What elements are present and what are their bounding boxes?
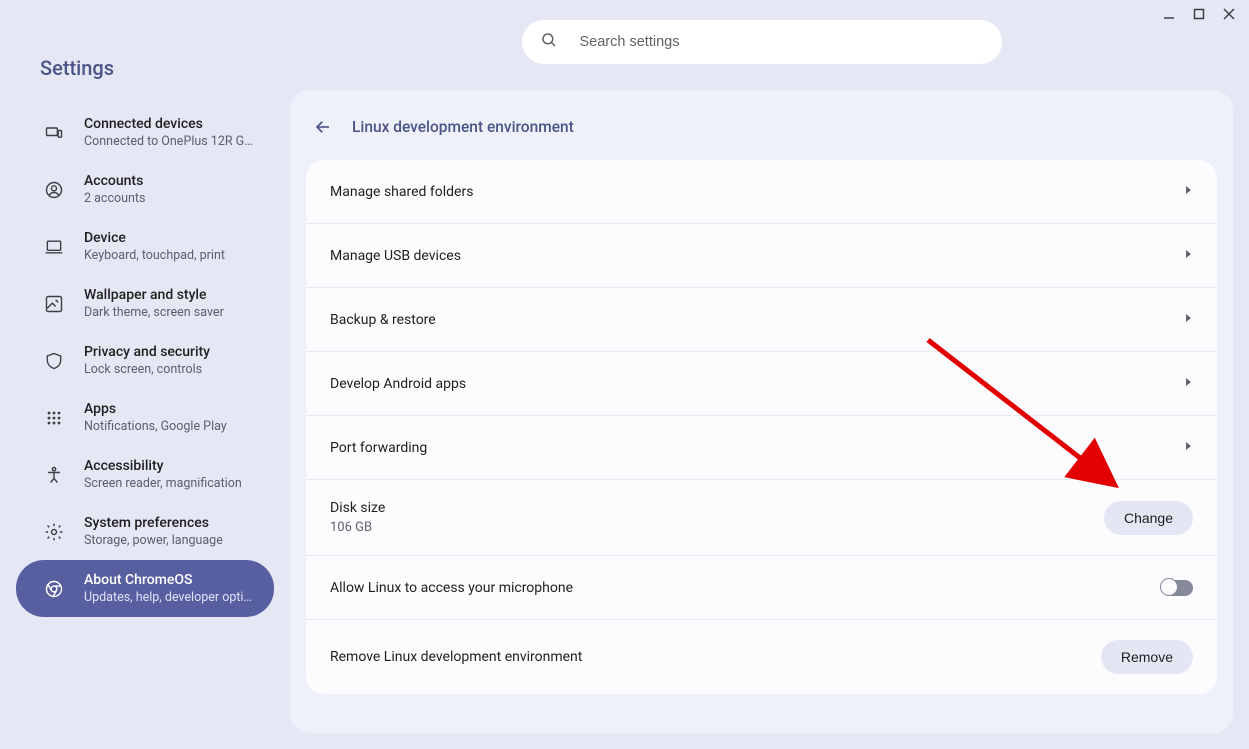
row-label: Backup & restore <box>330 312 436 328</box>
sidebar: Settings Connected devices Connected to … <box>0 32 290 749</box>
chevron-right-icon <box>1183 184 1193 199</box>
accessibility-icon <box>44 465 64 485</box>
row-manage-usb-devices[interactable]: Manage USB devices <box>306 224 1217 288</box>
minimize-icon[interactable] <box>1163 8 1175 24</box>
sidebar-item-accounts[interactable]: Accounts 2 accounts <box>16 161 274 218</box>
search-box[interactable] <box>522 20 1002 64</box>
sidebar-item-wallpaper[interactable]: Wallpaper and style Dark theme, screen s… <box>16 275 274 332</box>
sidebar-item-system-preferences[interactable]: System preferences Storage, power, langu… <box>16 503 274 560</box>
page-title: Linux development environment <box>352 118 574 136</box>
sidebar-item-label: About ChromeOS <box>84 572 258 588</box>
remove-button[interactable]: Remove <box>1101 640 1193 674</box>
row-disk-size: Disk size 106 GB Change <box>306 480 1217 556</box>
sidebar-item-sub: Connected to OnePlus 12R Gens… <box>84 134 258 149</box>
sidebar-item-label: System preferences <box>84 515 223 531</box>
chevron-right-icon <box>1183 440 1193 455</box>
sidebar-item-sub: Storage, power, language <box>84 533 223 548</box>
sidebar-item-device[interactable]: Device Keyboard, touchpad, print <box>16 218 274 275</box>
change-button[interactable]: Change <box>1104 501 1193 535</box>
chevron-right-icon <box>1183 312 1193 327</box>
chevron-right-icon <box>1183 376 1193 391</box>
sidebar-item-privacy[interactable]: Privacy and security Lock screen, contro… <box>16 332 274 389</box>
sidebar-item-sub: Screen reader, magnification <box>84 476 242 491</box>
sidebar-item-sub: Notifications, Google Play <box>84 419 227 434</box>
sidebar-item-label: Accessibility <box>84 458 242 474</box>
gear-icon <box>44 522 64 542</box>
sidebar-item-label: Apps <box>84 401 227 417</box>
content-card: Linux development environment Manage sha… <box>290 90 1233 733</box>
row-label: Disk size <box>330 500 385 516</box>
laptop-icon <box>44 237 64 257</box>
sidebar-item-sub: 2 accounts <box>84 191 145 206</box>
sidebar-item-label: Device <box>84 230 225 246</box>
shield-icon <box>44 351 64 371</box>
sidebar-item-sub: Dark theme, screen saver <box>84 305 224 320</box>
sidebar-item-sub: Lock screen, controls <box>84 362 210 377</box>
row-label: Port forwarding <box>330 440 427 456</box>
accounts-icon <box>44 180 64 200</box>
style-icon <box>44 294 64 314</box>
row-label: Manage USB devices <box>330 248 461 264</box>
chrome-icon <box>44 579 64 599</box>
sidebar-item-connected-devices[interactable]: Connected devices Connected to OnePlus 1… <box>16 104 274 161</box>
row-develop-android[interactable]: Develop Android apps <box>306 352 1217 416</box>
settings-list: Manage shared folders Manage USB devices… <box>306 160 1217 694</box>
devices-icon <box>44 123 64 143</box>
search-icon <box>540 31 558 53</box>
row-manage-shared-folders[interactable]: Manage shared folders <box>306 160 1217 224</box>
sidebar-item-apps[interactable]: Apps Notifications, Google Play <box>16 389 274 446</box>
row-port-forwarding[interactable]: Port forwarding <box>306 416 1217 480</box>
row-label: Remove Linux development environment <box>330 649 582 665</box>
main-content: Linux development environment Manage sha… <box>290 32 1249 749</box>
row-label: Allow Linux to access your microphone <box>330 580 573 596</box>
close-icon[interactable] <box>1223 8 1235 24</box>
sidebar-item-label: Connected devices <box>84 116 258 132</box>
sidebar-item-sub: Keyboard, touchpad, print <box>84 248 225 263</box>
sidebar-item-about-chromeos[interactable]: About ChromeOS Updates, help, developer … <box>16 560 274 617</box>
app-title: Settings <box>0 56 290 104</box>
back-button[interactable] <box>314 118 332 136</box>
sidebar-item-label: Accounts <box>84 173 145 189</box>
maximize-icon[interactable] <box>1193 8 1205 24</box>
row-label: Develop Android apps <box>330 376 466 392</box>
search-input[interactable] <box>580 34 984 50</box>
sidebar-item-label: Privacy and security <box>84 344 210 360</box>
row-backup-restore[interactable]: Backup & restore <box>306 288 1217 352</box>
disk-size-value: 106 GB <box>330 520 385 535</box>
row-label: Manage shared folders <box>330 184 473 200</box>
row-allow-microphone: Allow Linux to access your microphone <box>306 556 1217 620</box>
sidebar-item-label: Wallpaper and style <box>84 287 224 303</box>
sidebar-item-sub: Updates, help, developer options <box>84 590 258 605</box>
row-remove-linux: Remove Linux development environment Rem… <box>306 620 1217 694</box>
sidebar-item-accessibility[interactable]: Accessibility Screen reader, magnificati… <box>16 446 274 503</box>
chevron-right-icon <box>1183 248 1193 263</box>
apps-grid-icon <box>44 408 64 428</box>
microphone-toggle[interactable] <box>1161 580 1193 596</box>
